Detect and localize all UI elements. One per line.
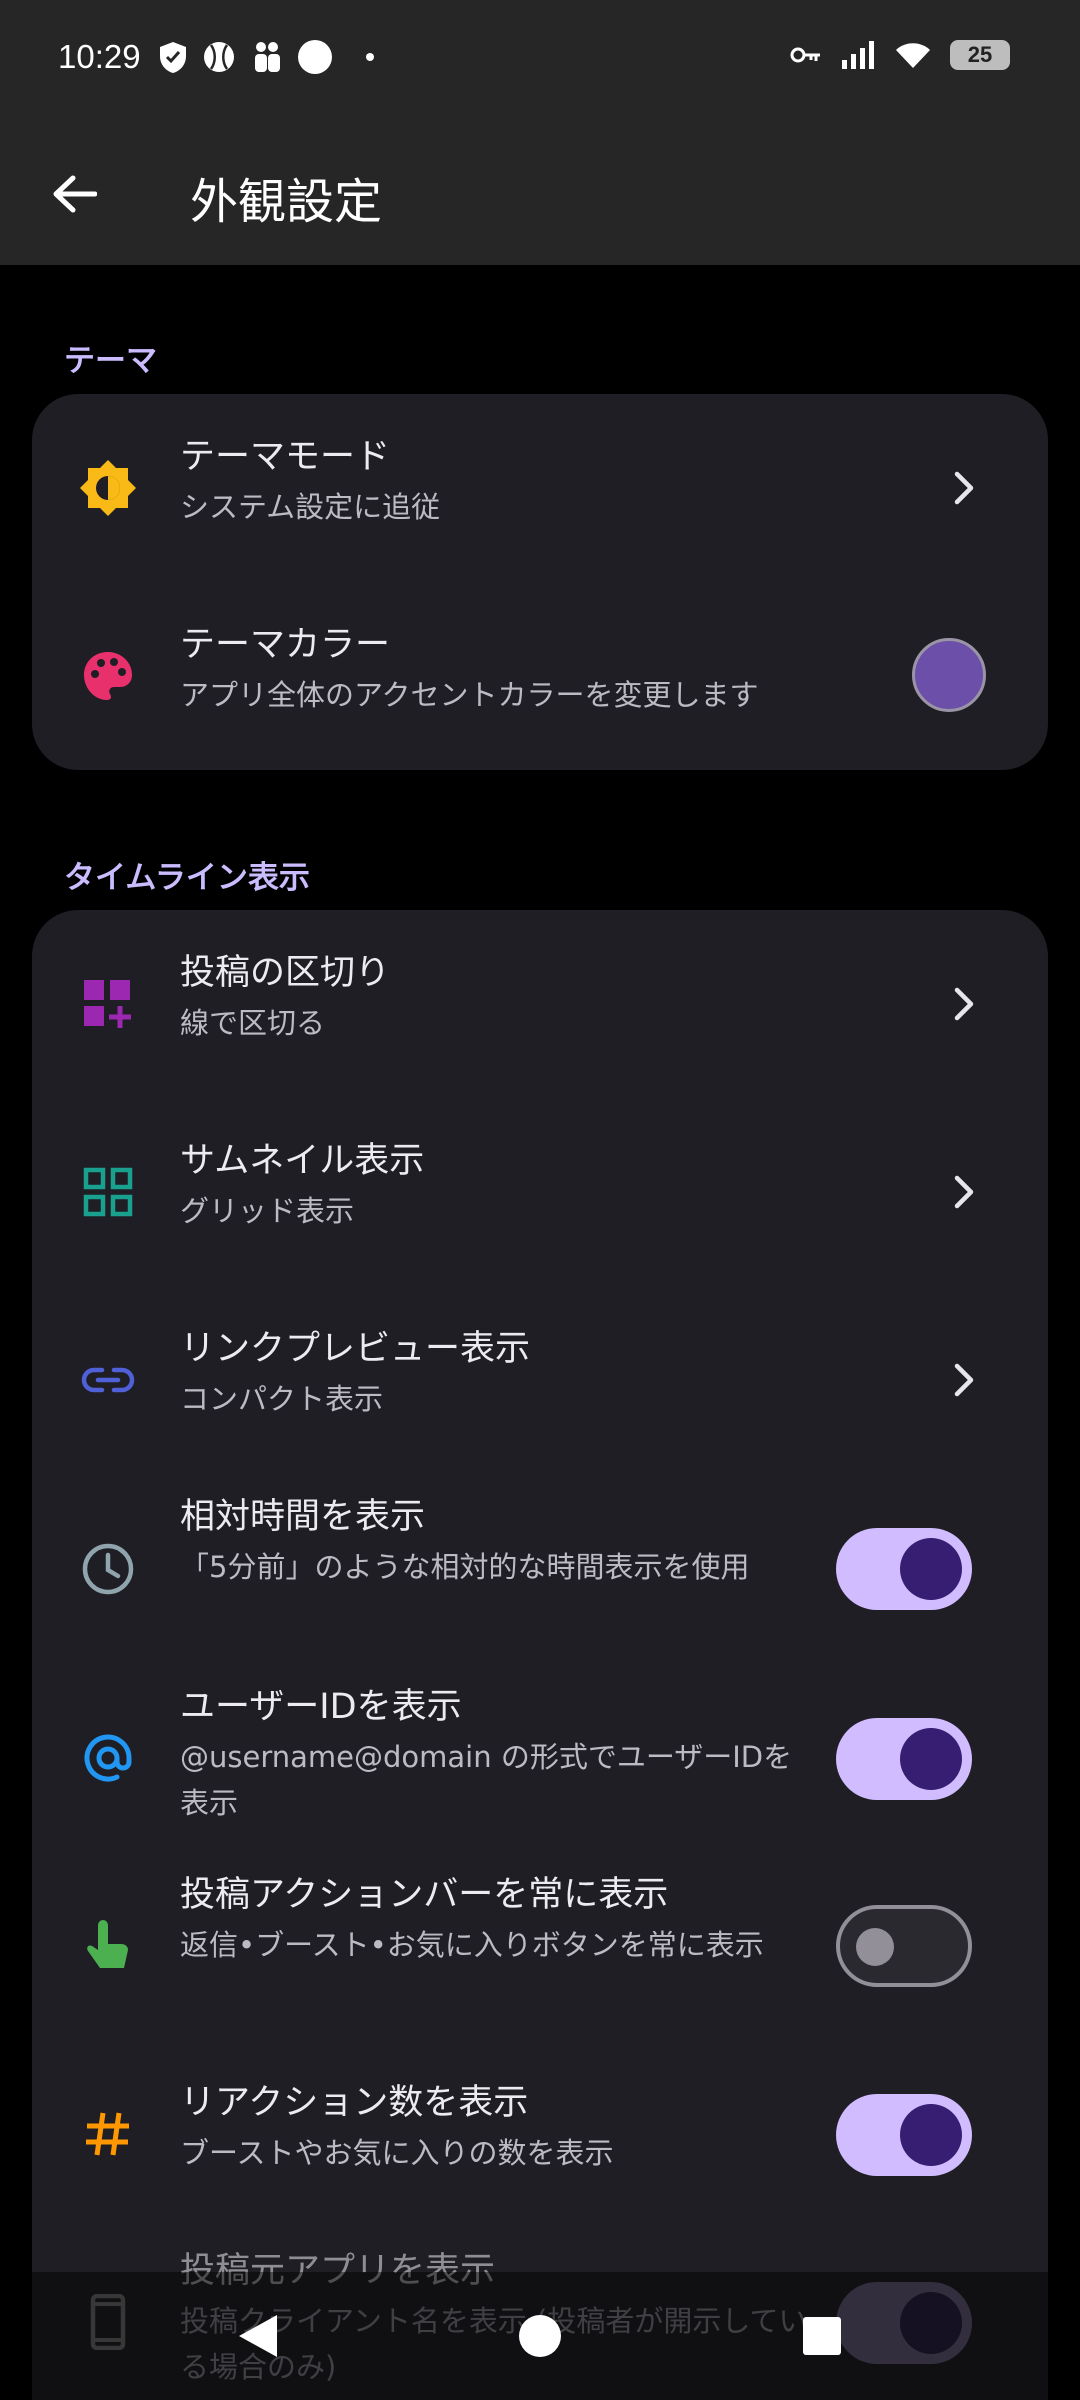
chevron-right-icon: [944, 1360, 984, 1400]
nav-recents-icon: [803, 2317, 841, 2355]
system-nav-bar: [0, 2272, 1080, 2400]
chevron-right-icon: [944, 984, 984, 1024]
setting-subtitle: グリッド表示: [180, 1194, 355, 1228]
section-header-timeline: タイムライン表示: [64, 860, 310, 896]
grid-icon: [76, 1160, 140, 1224]
setting-subtitle: @username@domain の形式でユーザーIDを表示: [180, 1740, 793, 1820]
setting-post-divider[interactable]: 投稿の区切り 線で区切る: [32, 910, 1048, 1098]
shield-icon: [160, 42, 186, 73]
setting-title: リアクション数を表示: [180, 2083, 529, 2123]
relative-time-toggle[interactable]: [836, 1528, 972, 1610]
setting-relative-time[interactable]: 相対時間を表示 「5分前」のような相対的な時間表示を使用: [32, 1474, 1048, 1664]
setting-thumbnail[interactable]: サムネイル表示 グリッド表示: [32, 1098, 1048, 1286]
setting-title: ユーザーIDを表示: [180, 1687, 462, 1727]
brightness-icon: [76, 456, 140, 520]
arrow-back-icon: [53, 175, 97, 213]
section-header-theme: テーマ: [64, 343, 157, 379]
theme-color-swatch[interactable]: [912, 638, 986, 712]
setting-title: 投稿の区切り: [180, 953, 391, 993]
setting-title: リンクプレビュー表示: [180, 1329, 531, 1369]
timeline-card: 投稿の区切り 線で区切る サムネイル表示 グリッド表示 リンクプレビュー表示 コ…: [32, 910, 1048, 2400]
clock-icon: [76, 1537, 140, 1601]
nav-home-button[interactable]: [510, 2306, 570, 2366]
setting-theme-color[interactable]: テーマカラー アプリ全体のアクセントカラーを変更します: [32, 582, 1048, 770]
palette-icon: [76, 644, 140, 708]
baseball-icon: [204, 42, 234, 72]
nav-back-icon: [239, 2315, 277, 2357]
system-icons: 25: [790, 40, 1010, 70]
circle-icon: [298, 40, 332, 74]
chevron-right-icon: [944, 468, 984, 508]
app-bar: 外観設定: [0, 120, 1080, 265]
setting-theme-mode[interactable]: テーマモード システム設定に追従: [32, 394, 1048, 582]
signal-icon: [842, 41, 874, 69]
setting-subtitle: 線で区切る: [180, 1006, 326, 1040]
setting-subtitle: 「5分前」のような相対的な時間表示を使用: [180, 1550, 750, 1584]
page-title: 外観設定: [190, 174, 383, 230]
setting-title: テーマモード: [180, 437, 391, 477]
chevron-right-icon: [944, 1172, 984, 1212]
people-icon: [255, 42, 280, 72]
status-bar: 10:29 25: [0, 0, 1080, 120]
setting-title: テーマカラー: [180, 625, 391, 665]
setting-subtitle: システム設定に追従: [180, 490, 441, 524]
notification-icons: [158, 40, 374, 74]
setting-title: 相対時間を表示: [180, 1497, 426, 1537]
setting-title: 投稿アクションバーを常に表示: [180, 1875, 669, 1915]
setting-link-preview[interactable]: リンクプレビュー表示 コンパクト表示: [32, 1286, 1048, 1474]
setting-reaction-count[interactable]: リアクション数を表示 ブーストやお気に入りの数を表示: [32, 2040, 1048, 2228]
dashboard-add-icon: [76, 972, 140, 1036]
nav-recents-button[interactable]: [792, 2306, 852, 2366]
nav-back-button[interactable]: [228, 2306, 288, 2366]
setting-subtitle: アプリ全体のアクセントカラーを変更します: [180, 678, 759, 712]
dot-icon: [366, 53, 374, 61]
status-time: 10:29: [58, 38, 141, 75]
setting-subtitle: ブーストやお気に入りの数を表示: [180, 2136, 614, 2170]
setting-title: サムネイル表示: [180, 1141, 425, 1181]
key-icon: [790, 47, 820, 63]
reaction-count-toggle[interactable]: [836, 2094, 972, 2176]
battery-icon: 25: [950, 40, 1010, 70]
setting-subtitle: コンパクト表示: [180, 1382, 384, 1416]
user-id-toggle[interactable]: [836, 1718, 972, 1800]
theme-card: テーマモード システム設定に追従 テーマカラー アプリ全体のアクセントカラーを変…: [32, 394, 1048, 770]
setting-action-bar[interactable]: 投稿アクションバーを常に表示 返信•ブースト•お気に入りボタンを常に表示: [32, 1852, 1048, 2040]
hash-icon: [76, 2102, 140, 2166]
wifi-icon: [896, 43, 930, 68]
touch-icon: [76, 1914, 140, 1978]
setting-subtitle: 返信•ブースト•お気に入りボタンを常に表示: [180, 1928, 764, 1962]
back-button[interactable]: [40, 160, 108, 228]
nav-home-icon: [519, 2315, 561, 2357]
action-bar-toggle[interactable]: [836, 1905, 972, 1987]
setting-user-id[interactable]: ユーザーIDを表示 @username@domain の形式でユーザーIDを表示: [32, 1664, 1048, 1852]
at-sign-icon: [76, 1726, 140, 1790]
link-icon: [76, 1348, 140, 1412]
